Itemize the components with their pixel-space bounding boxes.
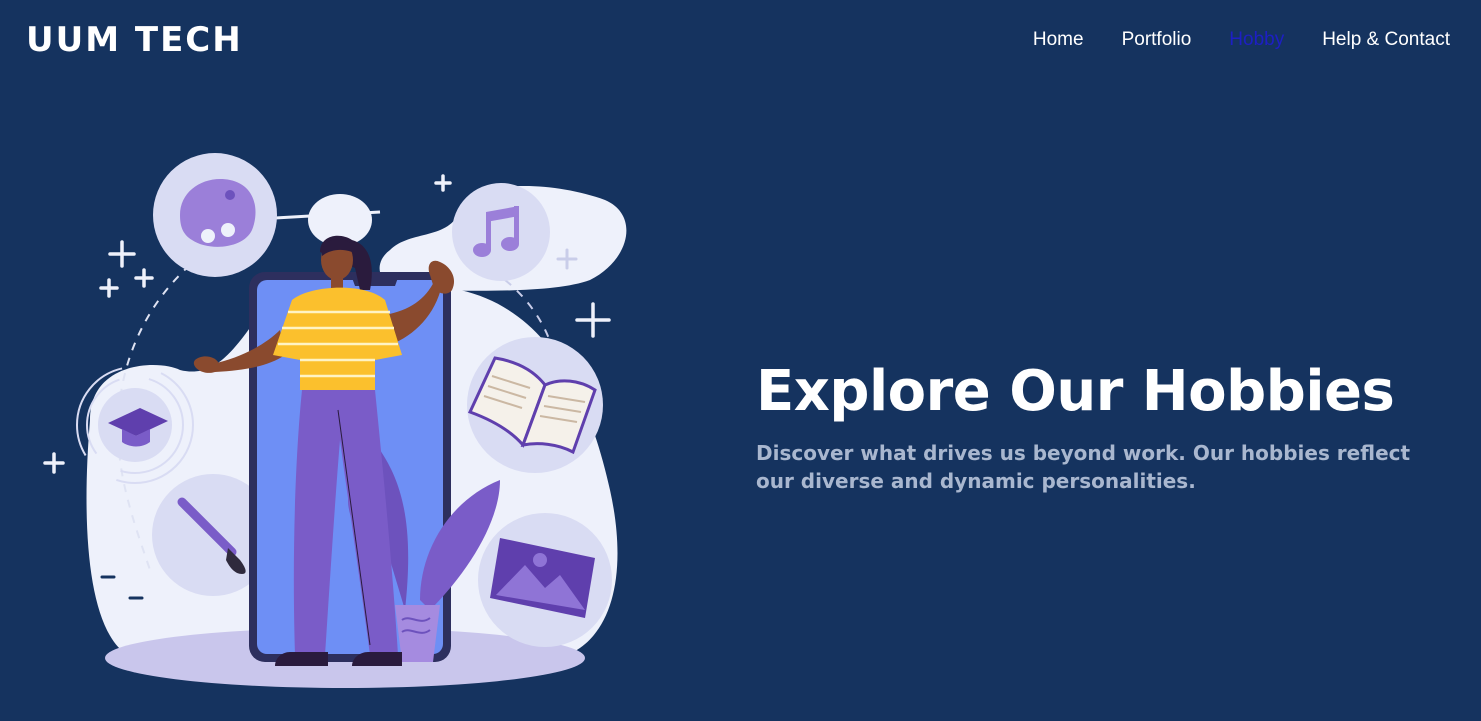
music-icon-circle: [452, 183, 550, 281]
nav-link-help-contact[interactable]: Help & Contact: [1322, 28, 1450, 52]
hero-subtitle: Discover what drives us beyond work. Our…: [756, 441, 1411, 493]
brand-logo[interactable]: UUM TECH: [26, 18, 243, 62]
nav-link-home[interactable]: Home: [1033, 28, 1084, 52]
nav-link-hobby[interactable]: Hobby: [1229, 28, 1284, 52]
hero-title: Explore Our Hobbies: [756, 359, 1395, 424]
main-nav: Home Portfolio Hobby Help & Contact: [1033, 28, 1450, 52]
hero-section: Explore Our Hobbies Discover what drives…: [756, 355, 1446, 495]
hobbies-illustration: [43, 153, 627, 688]
nav-link-portfolio[interactable]: Portfolio: [1122, 28, 1192, 52]
page: UUM TECH Home Portfolio Hobby Help & Con…: [0, 0, 1481, 721]
